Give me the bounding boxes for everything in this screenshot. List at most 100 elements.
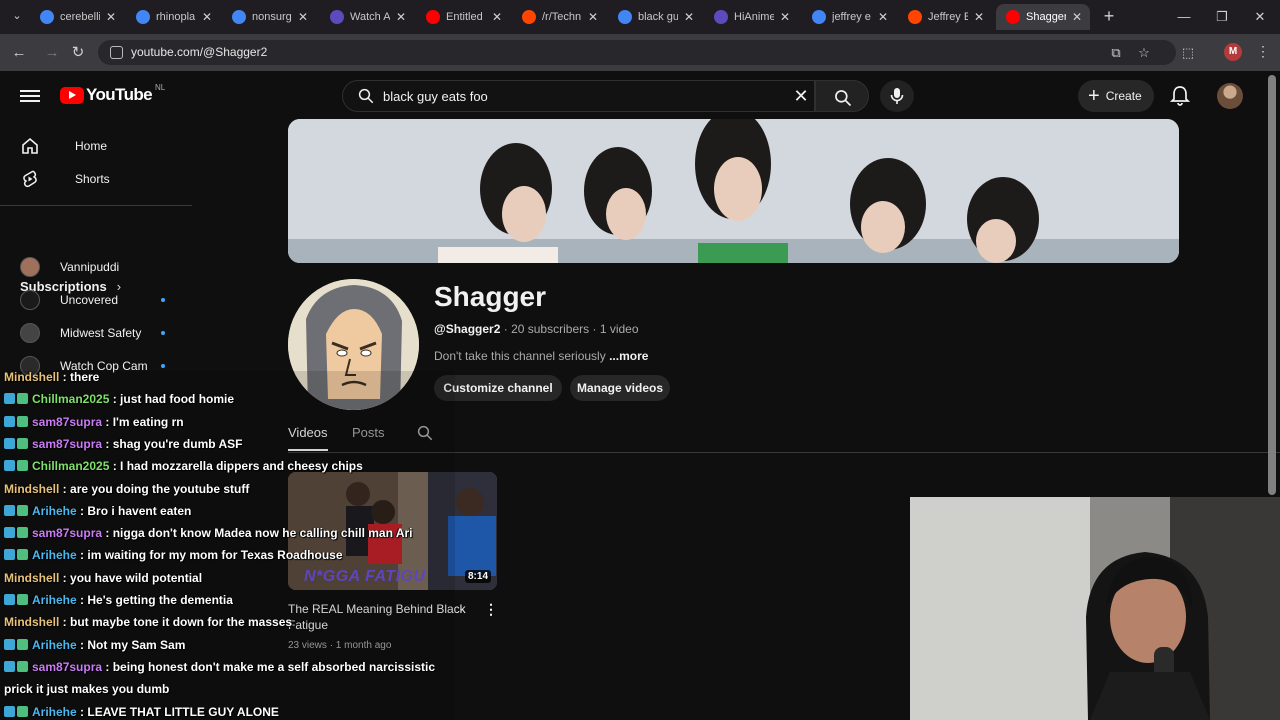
close-tab-icon[interactable]: ✕ <box>972 10 986 24</box>
chat-text: but maybe tone it down for the masses <box>70 615 293 630</box>
create-button[interactable]: + Create <box>1078 80 1154 112</box>
browser-tab[interactable]: Watch A ✕ <box>320 4 414 30</box>
browser-tab[interactable]: nonsurg ✕ <box>222 4 316 30</box>
platform-badge-icon <box>4 504 15 516</box>
chat-text: He's getting the dementia <box>87 593 233 607</box>
close-tab-icon[interactable]: ✕ <box>682 10 696 24</box>
chat-text: are you doing the youtube stuff <box>70 481 250 496</box>
browser-tab[interactable]: Jeffrey E ✕ <box>898 4 992 30</box>
close-window-icon[interactable]: ✕ <box>1250 9 1270 25</box>
browser-tab[interactable]: jeffrey e ✕ <box>802 4 896 30</box>
browser-tab[interactable]: Entitled ✕ <box>416 4 510 30</box>
restore-icon[interactable]: ❐ <box>1212 9 1232 25</box>
clear-search-icon[interactable]: ✕ <box>791 86 811 106</box>
close-tab-icon[interactable]: ✕ <box>1070 10 1084 24</box>
browser-tab[interactable]: /r/Techn ✕ <box>512 4 606 30</box>
microphone-icon <box>890 88 904 104</box>
tab-title: /r/Techn <box>542 11 582 23</box>
browser-tab[interactable]: black gu ✕ <box>608 4 702 30</box>
banner-image <box>288 119 1179 263</box>
back-icon[interactable]: ← <box>9 43 29 63</box>
chat-message: sam87supra : shag you're dumb ASF <box>4 437 242 451</box>
chat-text: prick it just makes you dumb <box>4 682 170 697</box>
chat-separator: : <box>76 704 88 719</box>
sidebar-divider <box>0 205 192 206</box>
guide-menu-icon[interactable] <box>20 87 40 105</box>
subscription-item[interactable]: Uncovered <box>20 290 172 310</box>
chat-text: nigga don't know Madea now he calling ch… <box>112 526 413 541</box>
extensions-icon[interactable]: ⬚ <box>1180 45 1196 61</box>
new-tab-button[interactable]: + <box>1100 7 1118 26</box>
chat-separator: : <box>59 481 71 496</box>
search-button[interactable] <box>815 80 869 112</box>
page-scrollbar[interactable] <box>1268 75 1276 495</box>
chat-message: Chillman2025 : I had mozzarella dippers … <box>4 459 363 473</box>
shorts-icon <box>23 170 37 188</box>
close-tab-icon[interactable]: ✕ <box>296 10 310 24</box>
search-icon <box>358 88 374 104</box>
forward-icon[interactable]: → <box>42 43 62 63</box>
chat-message: Mindshell : are you doing the youtube st… <box>4 482 249 496</box>
sidebar-item-label: Shorts <box>75 172 110 186</box>
chat-separator: : <box>76 503 88 518</box>
video-actions-menu-icon[interactable]: ⋮ <box>484 601 498 618</box>
subscription-item[interactable]: Vannipuddi <box>20 257 172 277</box>
tab-search-button[interactable]: ⌄ <box>8 9 26 25</box>
youtube-logo[interactable]: YouTube NL <box>60 83 165 105</box>
new-content-dot <box>161 331 165 335</box>
manage-videos-button[interactable]: Manage videos <box>570 375 670 401</box>
channel-description[interactable]: Don't take this channel seriously ...mor… <box>434 349 648 363</box>
subscription-item[interactable]: Midwest Safety <box>20 323 172 343</box>
description-more-link[interactable]: ...more <box>609 349 648 363</box>
chat-username: Mindshell <box>4 615 60 630</box>
chat-separator: : <box>76 593 88 607</box>
reload-icon[interactable]: ↻ <box>68 43 88 63</box>
chat-username: sam87supra <box>32 526 103 541</box>
subscriber-badge-icon <box>17 594 28 605</box>
search-input[interactable] <box>383 85 773 107</box>
hianime-icon <box>714 10 728 24</box>
subscriber-badge-icon <box>17 415 28 427</box>
sidebar-item-shorts[interactable]: Shorts <box>20 169 110 189</box>
sidebar-item-home[interactable]: Home <box>20 136 107 156</box>
browser-tab[interactable]: Shagger ✕ <box>996 4 1090 30</box>
notifications-bell-icon[interactable] <box>1170 85 1190 107</box>
chat-message: sam87supra : nigga don't know Madea now … <box>4 526 413 540</box>
address-bar[interactable]: youtube.com/@Shagger2 ⧉ ☆ <box>98 40 1176 65</box>
close-tab-icon[interactable]: ✕ <box>586 10 600 24</box>
browser-tab[interactable]: HiAnime ✕ <box>704 4 798 30</box>
chat-message: Arihehe : Bro i havent eaten <box>4 504 191 518</box>
bookmark-star-icon[interactable]: ☆ <box>1136 45 1152 61</box>
chat-username: sam87supra <box>32 659 103 674</box>
subscriber-badge-icon <box>17 660 28 672</box>
plus-icon: + <box>1088 85 1100 107</box>
minimize-icon[interactable]: — <box>1174 9 1194 24</box>
tab-title: jeffrey e <box>832 11 871 23</box>
channel-avatar-small <box>20 257 40 277</box>
install-app-icon[interactable]: ⧉ <box>1108 45 1124 61</box>
browser-profile-avatar[interactable]: M <box>1224 43 1242 61</box>
close-tab-icon[interactable]: ✕ <box>778 10 792 24</box>
chat-message: Mindshell : you have wild potential <box>4 571 202 585</box>
site-info-icon[interactable] <box>110 46 123 59</box>
chat-message: Arihehe : LEAVE THAT LITTLE GUY ALONE <box>4 705 279 719</box>
youtube-icon <box>426 10 440 24</box>
chat-username: sam87supra <box>32 414 103 429</box>
subscriber-badge-icon <box>17 460 28 472</box>
browser-tab[interactable]: cerebelli ✕ <box>30 4 124 30</box>
close-tab-icon[interactable]: ✕ <box>876 10 890 24</box>
browser-tab[interactable]: rhinopla ✕ <box>126 4 220 30</box>
close-tab-icon[interactable]: ✕ <box>394 10 408 24</box>
chat-separator: : <box>102 526 113 541</box>
account-avatar[interactable] <box>1217 83 1243 109</box>
webcam-image <box>910 497 1280 720</box>
close-tab-icon[interactable]: ✕ <box>200 10 214 24</box>
close-tab-icon[interactable]: ✕ <box>104 10 118 24</box>
chat-text: there <box>70 371 100 384</box>
chat-message: sam87supra : being honest don't make me … <box>4 660 435 674</box>
browser-tab-strip: ⌄ cerebelli ✕ rhinopla ✕ nonsurg ✕ Watch A ✕ Ent… <box>0 0 1280 34</box>
browser-menu-icon[interactable]: ⋮ <box>1256 43 1270 60</box>
voice-search-button[interactable] <box>880 80 914 112</box>
video-count: 1 video <box>599 322 639 336</box>
close-tab-icon[interactable]: ✕ <box>490 10 504 24</box>
